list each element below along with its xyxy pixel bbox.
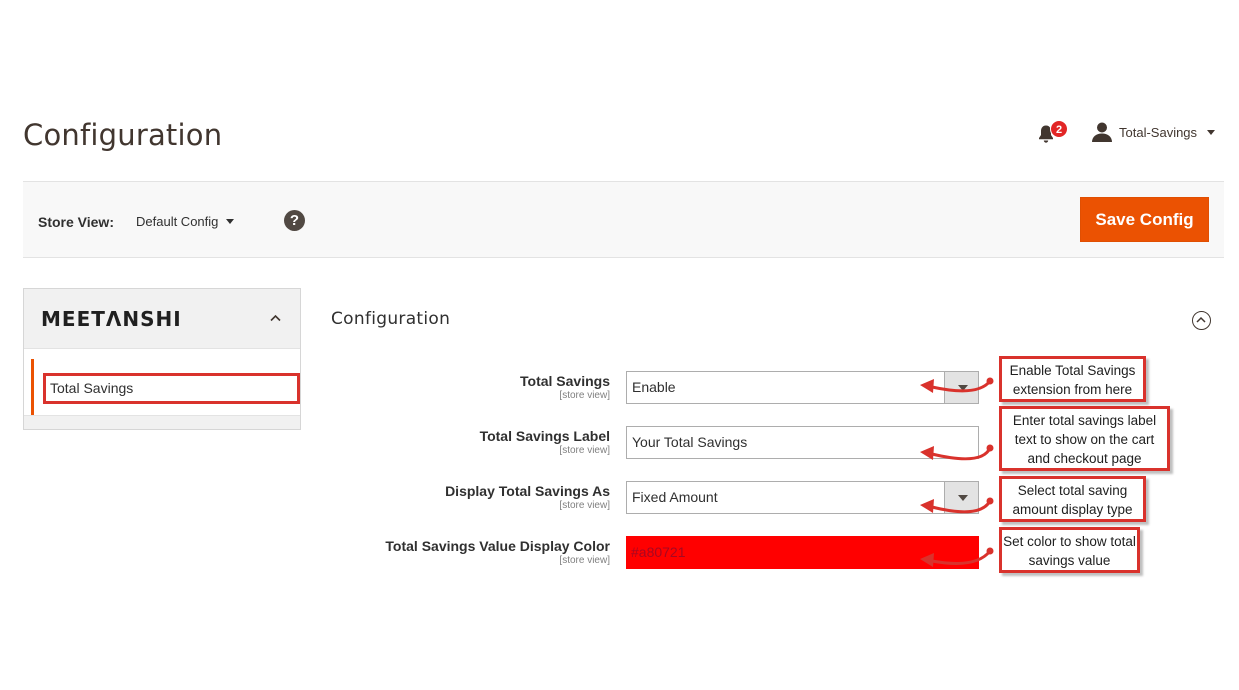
- arrowhead-2: [920, 446, 934, 460]
- callout-arrow-2: [930, 446, 992, 461]
- callout-display-type: Select total saving amount display type: [999, 476, 1146, 522]
- callout-arrow-4: [930, 549, 992, 565]
- callout-arrow-1: [930, 379, 992, 393]
- callout-color: Set color to show total savings value: [999, 527, 1140, 573]
- callout-label: Enter total savings label text to show o…: [999, 406, 1170, 471]
- arrowhead-1: [920, 379, 934, 393]
- arrowhead-4: [920, 553, 934, 567]
- arrowhead-3: [920, 499, 934, 513]
- callout-arrow-3: [930, 499, 992, 514]
- callout-enable: Enable Total Savings extension from here: [999, 356, 1146, 402]
- callout-arrows: [920, 377, 994, 567]
